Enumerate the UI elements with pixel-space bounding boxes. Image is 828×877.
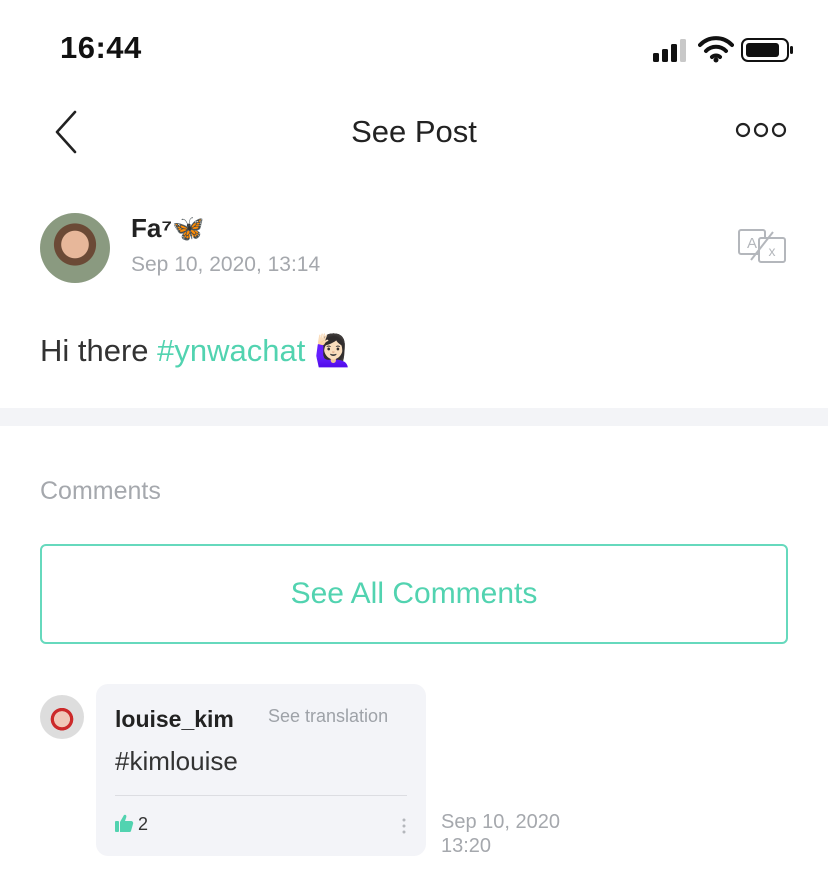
emoji: 🙋🏻‍♀️ [314, 333, 353, 368]
comment-divider [115, 795, 407, 796]
like-count: 2 [138, 814, 149, 834]
comments-heading: Comments [40, 477, 161, 505]
commenter-avatar[interactable] [40, 695, 84, 739]
svg-text:A: A [747, 235, 757, 252]
post-text: Hi there #ynwachat 🙋🏻‍♀️ [40, 332, 353, 369]
comment-date: Sep 10, 2020 13:20 [441, 810, 601, 858]
battery-icon [741, 38, 793, 62]
thumbs-up-icon[interactable] [114, 813, 134, 833]
see-translation-link[interactable]: See translation [268, 706, 388, 727]
post-text-plain: Hi there [40, 333, 158, 368]
wifi-icon [698, 36, 734, 63]
back-chevron-icon[interactable] [50, 108, 84, 156]
author-avatar[interactable] [40, 213, 110, 283]
comment-username[interactable]: louise_kim [115, 706, 234, 733]
section-divider [0, 408, 828, 426]
translate-icon[interactable]: A x [737, 228, 789, 264]
see-all-comments-button[interactable]: See All Comments [40, 544, 788, 644]
comment-more-icon[interactable] [400, 816, 408, 836]
comment-text: #kimlouise [115, 746, 238, 776]
cellular-signal-icon [653, 39, 686, 62]
status-time: 16:44 [60, 30, 142, 65]
svg-text:x: x [769, 243, 776, 259]
comment-time-line: 13:20 [441, 835, 492, 857]
page-title: See Post [351, 114, 477, 149]
post-date: Sep 10, 2020, 13:14 [131, 253, 321, 276]
hashtag-link[interactable]: #ynwachat [157, 333, 305, 368]
author-name[interactable]: Fa⁷🦋 [131, 213, 204, 244]
comment-date-line: Sep 10, 2020 [441, 811, 560, 833]
more-options-icon[interactable] [735, 120, 787, 140]
